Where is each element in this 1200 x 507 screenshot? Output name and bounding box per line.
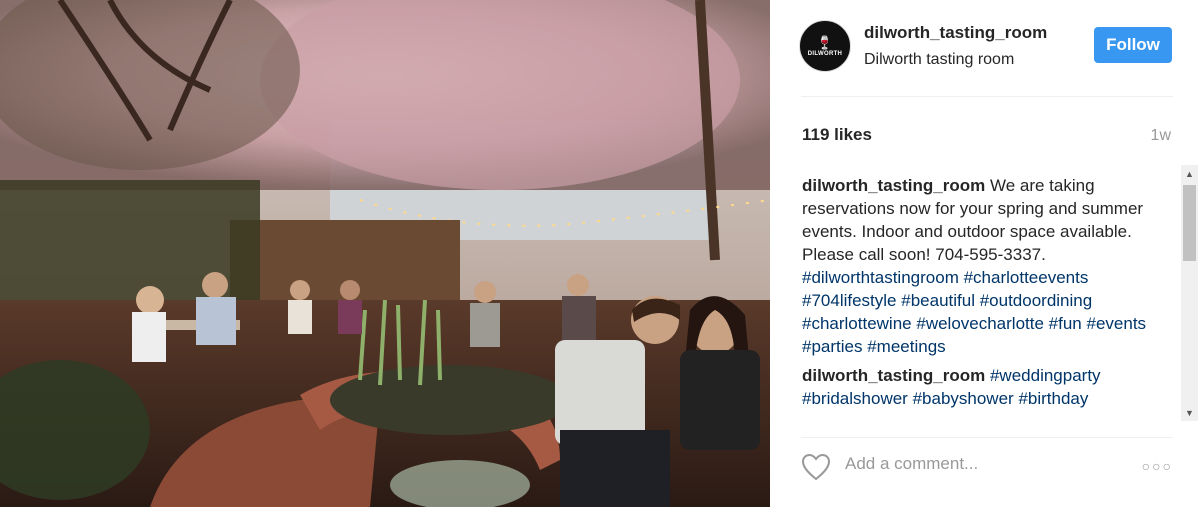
comments-divider xyxy=(801,437,1173,438)
comment-item: dilworth_tasting_room #weddingparty #bri… xyxy=(802,364,1182,410)
post-sidebar: 🍷 DILWORTH dilworth_tasting_room Dilwort… xyxy=(770,0,1200,507)
hashtag-link[interactable]: #welovecharlotte xyxy=(916,314,1044,333)
post-location[interactable]: Dilworth tasting room xyxy=(864,51,1014,69)
courtyard-photo-illustration xyxy=(0,0,770,507)
hashtag-link[interactable]: #fun xyxy=(1049,314,1082,333)
comments-list: dilworth_tasting_room We are taking rese… xyxy=(802,174,1182,422)
hashtag-link[interactable]: #meetings xyxy=(867,337,945,356)
post-header: 🍷 DILWORTH dilworth_tasting_room Dilwort… xyxy=(770,0,1200,96)
more-options-icon[interactable]: ○○○ xyxy=(1142,458,1173,474)
hashtag-link[interactable]: #birthday xyxy=(1018,389,1088,408)
comment-username[interactable]: dilworth_tasting_room xyxy=(802,176,985,195)
comments-scrollbar[interactable]: ▲ ▼ xyxy=(1181,165,1198,421)
scroll-up-arrow-icon[interactable]: ▲ xyxy=(1181,165,1198,182)
follow-button[interactable]: Follow xyxy=(1094,27,1172,63)
hashtag-link[interactable]: #events xyxy=(1087,314,1147,333)
hashtag-link[interactable]: #parties xyxy=(802,337,862,356)
comment-username[interactable]: dilworth_tasting_room xyxy=(802,366,985,385)
likes-count[interactable]: 119 likes xyxy=(802,125,872,145)
scroll-down-arrow-icon[interactable]: ▼ xyxy=(1181,404,1198,421)
add-comment-bar: Add a comment... ○○○ xyxy=(801,450,1173,486)
hashtag-link[interactable]: #dilworthtastingroom xyxy=(802,268,959,287)
avatar[interactable]: 🍷 DILWORTH xyxy=(799,20,851,72)
hashtag-link[interactable]: #bridalshower xyxy=(802,389,908,408)
hashtag-link[interactable]: #beautiful xyxy=(901,291,975,310)
hashtag-link[interactable]: #charlotteevents xyxy=(964,268,1089,287)
hashtag-link[interactable]: #outdoordining xyxy=(980,291,1092,310)
hashtag-link[interactable]: #704lifestyle xyxy=(802,291,897,310)
post-age[interactable]: 1w xyxy=(1151,127,1171,145)
heart-outline-icon[interactable] xyxy=(801,453,831,486)
avatar-logo-text: DILWORTH xyxy=(807,50,843,57)
hashtag-link[interactable]: #weddingparty xyxy=(990,366,1101,385)
hashtag-link[interactable]: #babyshower xyxy=(913,389,1014,408)
post-photo[interactable] xyxy=(0,0,770,507)
instagram-post: 🍷 DILWORTH dilworth_tasting_room Dilwort… xyxy=(0,0,1200,507)
post-username[interactable]: dilworth_tasting_room xyxy=(864,23,1047,43)
hashtag-link[interactable]: #charlottewine xyxy=(802,314,912,333)
header-divider xyxy=(801,96,1173,97)
wine-glass-icon: 🍷 xyxy=(816,34,834,50)
scrollbar-thumb[interactable] xyxy=(1183,185,1196,261)
comment-input[interactable]: Add a comment... xyxy=(845,454,978,474)
comment-item: dilworth_tasting_room We are taking rese… xyxy=(802,174,1182,358)
